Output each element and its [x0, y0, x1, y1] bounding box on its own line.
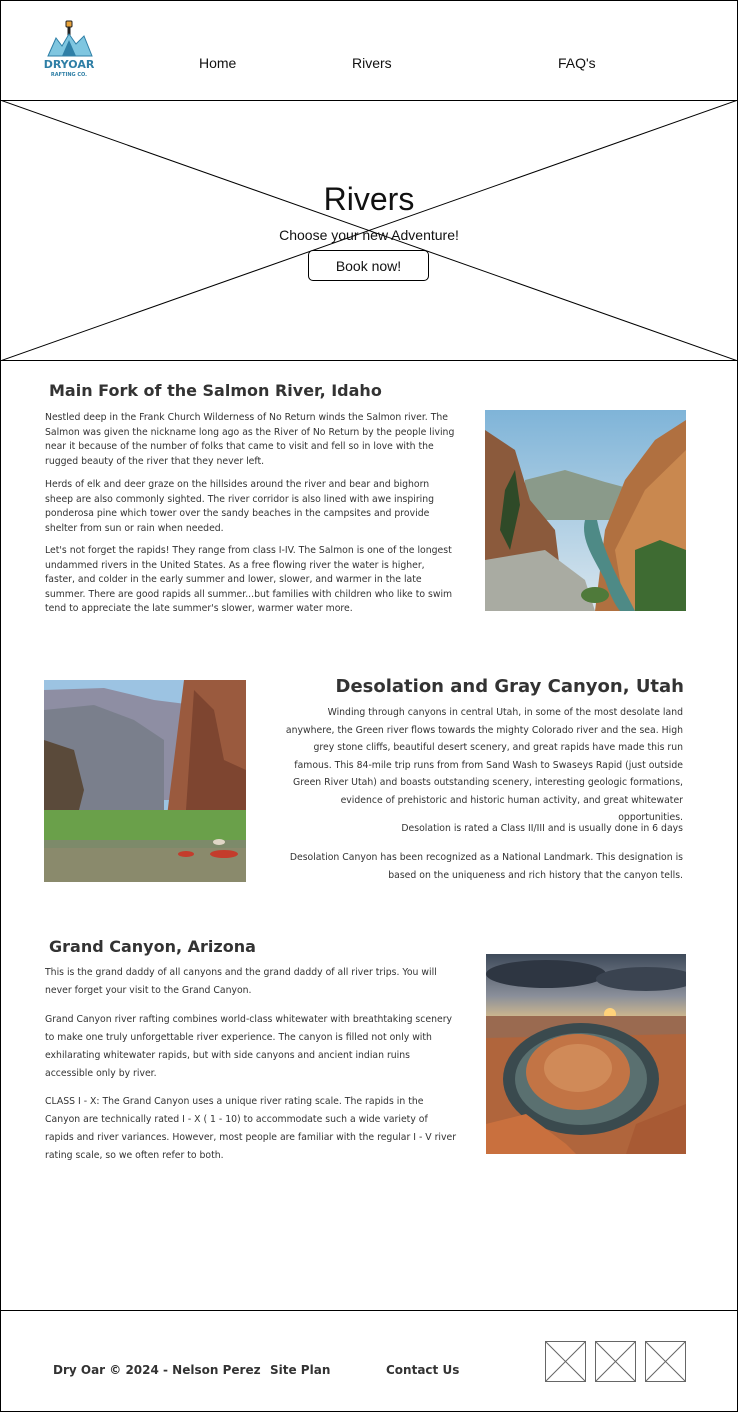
salmon-paragraph-2: Herds of elk and deer graze on the hills… — [45, 479, 435, 534]
dry-oar-logo[interactable]: DRYOAR RAFTING CO. — [44, 20, 102, 80]
desolation-paragraph-3: Desolation Canyon has been recognized as… — [289, 852, 683, 881]
desolation-canyon-photo — [44, 680, 246, 882]
svg-text:RAFTING CO.: RAFTING CO. — [51, 72, 87, 78]
desolation-paragraph-2: Desolation is rated a Class II/III and i… — [401, 823, 683, 834]
section-title-grand-canyon: Grand Canyon, Arizona — [49, 937, 256, 956]
nav-rivers-link[interactable]: Rivers — [352, 55, 392, 71]
svg-text:DRYOAR: DRYOAR — [44, 58, 95, 71]
site-footer: Dry Oar © 2024 - Nelson Perez Site Plan … — [0, 1310, 738, 1412]
grand-canyon-paragraph-3: CLASS I - X: The Grand Canyon uses a uni… — [45, 1096, 457, 1161]
hero-subtitle: Choose your new Adventure! — [279, 227, 459, 243]
social-icon-placeholder-3[interactable] — [645, 1341, 686, 1382]
social-icon-placeholder-1[interactable] — [545, 1341, 586, 1382]
footer-site-plan-link[interactable]: Site Plan — [270, 1363, 330, 1377]
salmon-paragraph-3: Let's not forget the rapids! They range … — [45, 545, 453, 614]
salmon-river-photo — [485, 410, 686, 611]
nav-faq-link[interactable]: FAQ's — [558, 55, 596, 71]
grand-canyon-paragraph-2: Grand Canyon river rafting combines worl… — [45, 1014, 453, 1079]
hero-title: Rivers — [323, 181, 415, 217]
book-now-button[interactable]: Book now! — [308, 250, 429, 281]
grand-canyon-paragraph-1: This is the grand daddy of all canyons a… — [45, 967, 437, 996]
footer-copyright: Dry Oar © 2024 - Nelson Perez — [53, 1363, 261, 1377]
nav-home-link[interactable]: Home — [199, 55, 236, 71]
hero-banner: Rivers Choose your new Adventure! Book n… — [0, 100, 738, 361]
grand-canyon-photo — [486, 954, 686, 1154]
salmon-paragraph-1: Nestled deep in the Frank Church Wildern… — [45, 412, 455, 467]
section-title-salmon: Main Fork of the Salmon River, Idaho — [49, 381, 382, 400]
site-header: DRYOAR RAFTING CO. Home Rivers FAQ's — [0, 0, 738, 101]
section-title-desolation: Desolation and Gray Canyon, Utah — [335, 676, 685, 697]
social-icon-placeholder-2[interactable] — [595, 1341, 636, 1382]
desolation-paragraph-1: Winding through canyons in central Utah,… — [285, 707, 683, 823]
footer-contact-link[interactable]: Contact Us — [386, 1363, 459, 1377]
